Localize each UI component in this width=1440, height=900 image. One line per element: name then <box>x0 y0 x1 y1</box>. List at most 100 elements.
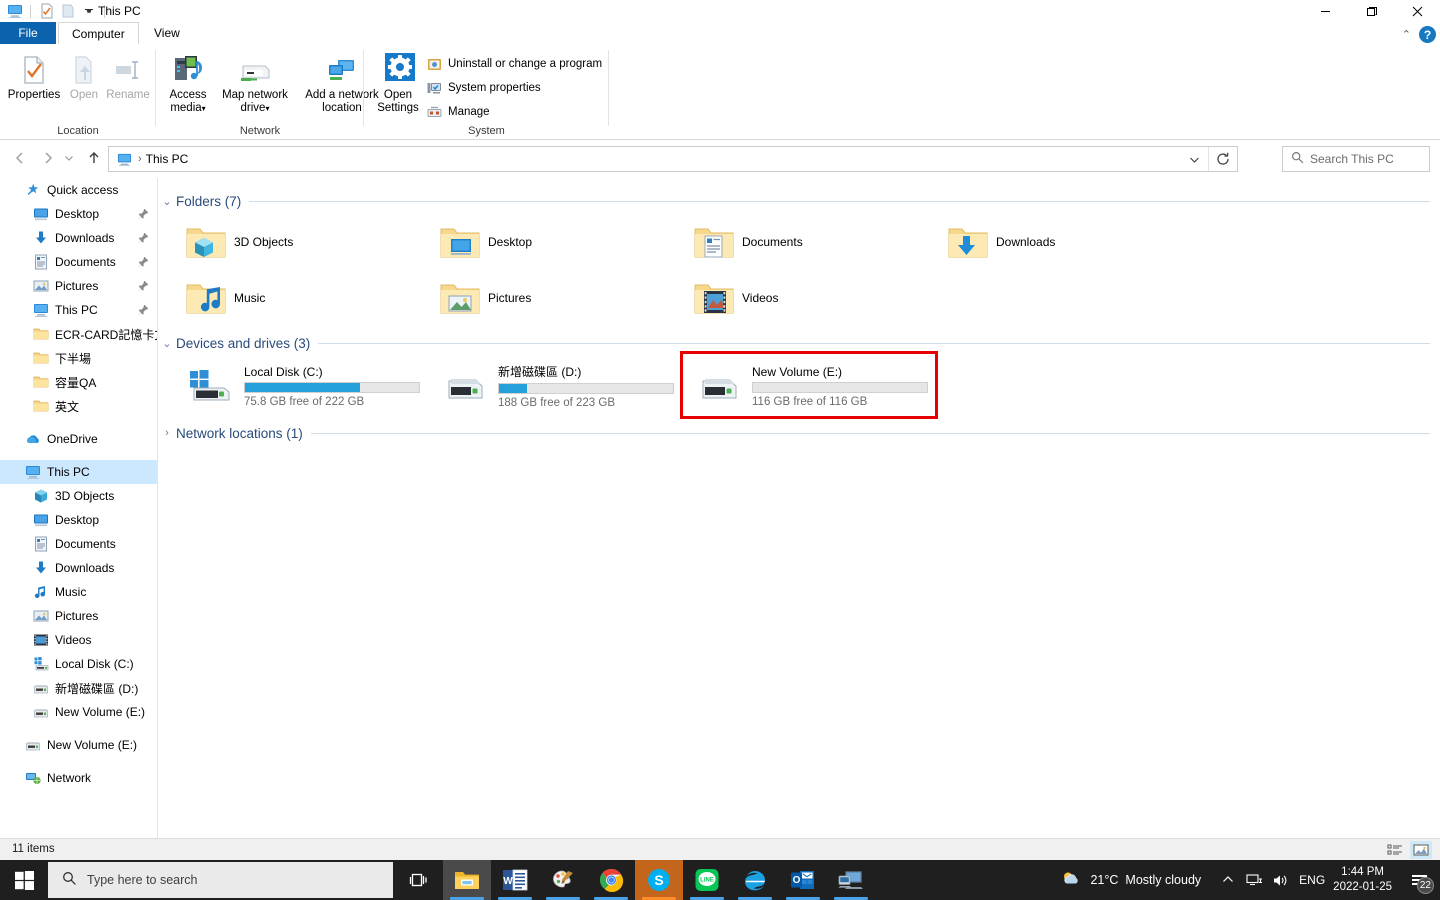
network-tray-icon[interactable] <box>1241 860 1267 900</box>
clock[interactable]: 1:44 PM 2022-01-25 <box>1333 865 1392 895</box>
folder-tile[interactable]: 3D Objects <box>178 214 432 270</box>
drive-tile[interactable]: 新增磁碟區 (D:) 188 GB free of 223 GB <box>432 356 686 416</box>
chevron-right-icon[interactable]: › <box>158 427 176 439</box>
chevron-down-icon[interactable]: ▾ <box>202 104 206 113</box>
refresh-button[interactable] <box>1208 147 1237 171</box>
drive-tile[interactable]: Local Disk (C:) 75.8 GB free of 222 GB <box>178 356 432 416</box>
folder-tile[interactable]: Videos <box>686 270 940 326</box>
sidebar-item-documents[interactable]: Documents <box>0 250 157 274</box>
navigation-pane[interactable]: Quick access Desktop Downloads Documents Pic… <box>0 178 158 838</box>
recent-locations-button[interactable] <box>60 146 78 170</box>
chevron-down-icon[interactable]: ⌄ <box>158 337 176 350</box>
language-indicator[interactable]: ENG <box>1299 873 1325 887</box>
taskbar-app-skype[interactable]: S <box>635 860 683 900</box>
group-header-network-locations[interactable]: › Network locations (1) <box>158 420 1440 446</box>
address-bar[interactable]: › This PC <box>108 146 1238 172</box>
volume-icon[interactable] <box>1267 860 1293 900</box>
manage-item[interactable]: Manage <box>426 104 490 120</box>
folder-tile[interactable]: Downloads <box>940 214 1194 270</box>
sidebar-item-3d-objects[interactable]: 3D Objects <box>0 484 157 508</box>
collapse-ribbon-icon[interactable]: ⌃ <box>1402 28 1411 41</box>
task-view-button[interactable] <box>398 860 438 900</box>
back-button[interactable] <box>8 146 32 170</box>
sidebar-item-new-volume-e[interactable]: New Volume (E:) <box>0 733 157 757</box>
taskbar-search-box[interactable]: Type here to search <box>48 862 393 898</box>
system-properties-item[interactable]: System properties <box>426 80 541 96</box>
pin-icon[interactable] <box>138 304 149 318</box>
map-network-drive-button[interactable]: Map network drive▾ <box>216 50 294 115</box>
taskbar-app-word[interactable]: W <box>491 860 539 900</box>
pin-icon[interactable] <box>138 280 149 294</box>
chevron-down-icon[interactable]: ⌄ <box>158 195 176 208</box>
taskbar-app-remote-desktop[interactable] <box>827 860 875 900</box>
sidebar-item-this-pc[interactable]: This PC <box>0 298 157 322</box>
sidebar-item-pictures[interactable]: Pictures <box>0 274 157 298</box>
partly-cloudy-icon <box>1061 870 1083 891</box>
sidebar-item-d[interactable]: 新增磁碟區 (D:) <box>0 676 157 700</box>
close-button[interactable] <box>1394 0 1440 22</box>
sidebar-item-desktop[interactable]: Desktop <box>0 202 157 226</box>
start-button[interactable] <box>0 860 48 900</box>
folder-tile[interactable]: Music <box>178 270 432 326</box>
action-center-button[interactable]: 22 <box>1402 860 1436 900</box>
folder-tile[interactable]: Documents <box>686 214 940 270</box>
search-box[interactable]: Search This PC <box>1282 146 1430 172</box>
sidebar-item-new-volume-e[interactable]: New Volume (E:) <box>0 700 157 724</box>
sidebar-item-documents[interactable]: Documents <box>0 532 157 556</box>
sidebar-item-pictures[interactable]: Pictures <box>0 604 157 628</box>
sidebar-item-[interactable]: 英文 <box>0 394 157 418</box>
folder-tile[interactable]: Desktop <box>432 214 686 270</box>
minimize-button[interactable] <box>1302 0 1348 22</box>
group-header-devices[interactable]: ⌄ Devices and drives (3) <box>158 330 1440 356</box>
properties-button[interactable]: Properties <box>6 50 62 102</box>
sidebar-item-onedrive[interactable]: OneDrive <box>0 427 157 451</box>
properties-icon[interactable] <box>38 3 55 20</box>
access-media-button[interactable]: Access media▾ <box>162 50 214 115</box>
taskbar-app-paint[interactable] <box>539 860 587 900</box>
tray-overflow-button[interactable] <box>1215 860 1241 900</box>
uninstall-program-item[interactable]: Uninstall or change a program <box>426 56 602 72</box>
sidebar-item-downloads[interactable]: Downloads <box>0 556 157 580</box>
chevron-down-icon[interactable]: ▾ <box>265 104 269 113</box>
onedrive-icon <box>24 430 42 448</box>
help-icon[interactable]: ? <box>1419 26 1436 43</box>
sidebar-item-desktop[interactable]: Desktop <box>0 508 157 532</box>
sidebar-item-[interactable]: 下半場 <box>0 346 157 370</box>
breadcrumb-path[interactable]: This PC <box>146 152 189 166</box>
sidebar-item-network[interactable]: Network <box>0 766 157 790</box>
taskbar-app-line[interactable]: LINE <box>683 860 731 900</box>
pin-icon[interactable] <box>138 208 149 222</box>
sidebar-item-videos[interactable]: Videos <box>0 628 157 652</box>
taskbar-app-file-explorer[interactable] <box>443 860 491 900</box>
pin-icon[interactable] <box>138 232 149 246</box>
taskbar-app-chrome[interactable] <box>587 860 635 900</box>
folder-tile[interactable]: Pictures <box>432 270 686 326</box>
tab-file[interactable]: File <box>0 22 56 44</box>
sidebar-item-music[interactable]: Music <box>0 580 157 604</box>
taskbar-app-internet-explorer[interactable] <box>731 860 779 900</box>
forward-button[interactable] <box>36 146 60 170</box>
group-header-folders[interactable]: ⌄ Folders (7) <box>158 188 1440 214</box>
address-dropdown-button[interactable] <box>1181 147 1207 171</box>
open-settings-button[interactable]: Open Settings <box>372 50 424 115</box>
new-folder-icon[interactable] <box>59 3 76 20</box>
drive-tile[interactable]: New Volume (E:) 116 GB free of 116 GB <box>686 356 940 416</box>
large-icons-view-button[interactable] <box>1410 841 1432 859</box>
sidebar-item-this-pc[interactable]: This PC <box>0 460 157 484</box>
up-button[interactable] <box>82 146 106 170</box>
sidebar-item-qa[interactable]: 容量QA <box>0 370 157 394</box>
this-pc-icon[interactable] <box>6 3 23 20</box>
sidebar-item-downloads[interactable]: Downloads <box>0 226 157 250</box>
sidebar-item-local-disk-c[interactable]: Local Disk (C:) <box>0 652 157 676</box>
customize-qat-caret-icon[interactable] <box>80 3 97 20</box>
pin-icon[interactable] <box>138 256 149 270</box>
tab-computer[interactable]: Computer <box>58 22 139 45</box>
sidebar-item-quick-access[interactable]: Quick access <box>0 178 157 202</box>
sidebar-item-ecr-card[interactable]: ECR-CARD記憶卡文 <box>0 322 157 346</box>
taskbar-app-outlook[interactable]: O <box>779 860 827 900</box>
this-pc-icon[interactable] <box>115 150 133 168</box>
details-view-button[interactable] <box>1384 841 1406 859</box>
maximize-button[interactable] <box>1348 0 1394 22</box>
weather-widget[interactable]: 21°C Mostly cloudy <box>1061 870 1201 891</box>
tab-view[interactable]: View <box>141 22 193 44</box>
